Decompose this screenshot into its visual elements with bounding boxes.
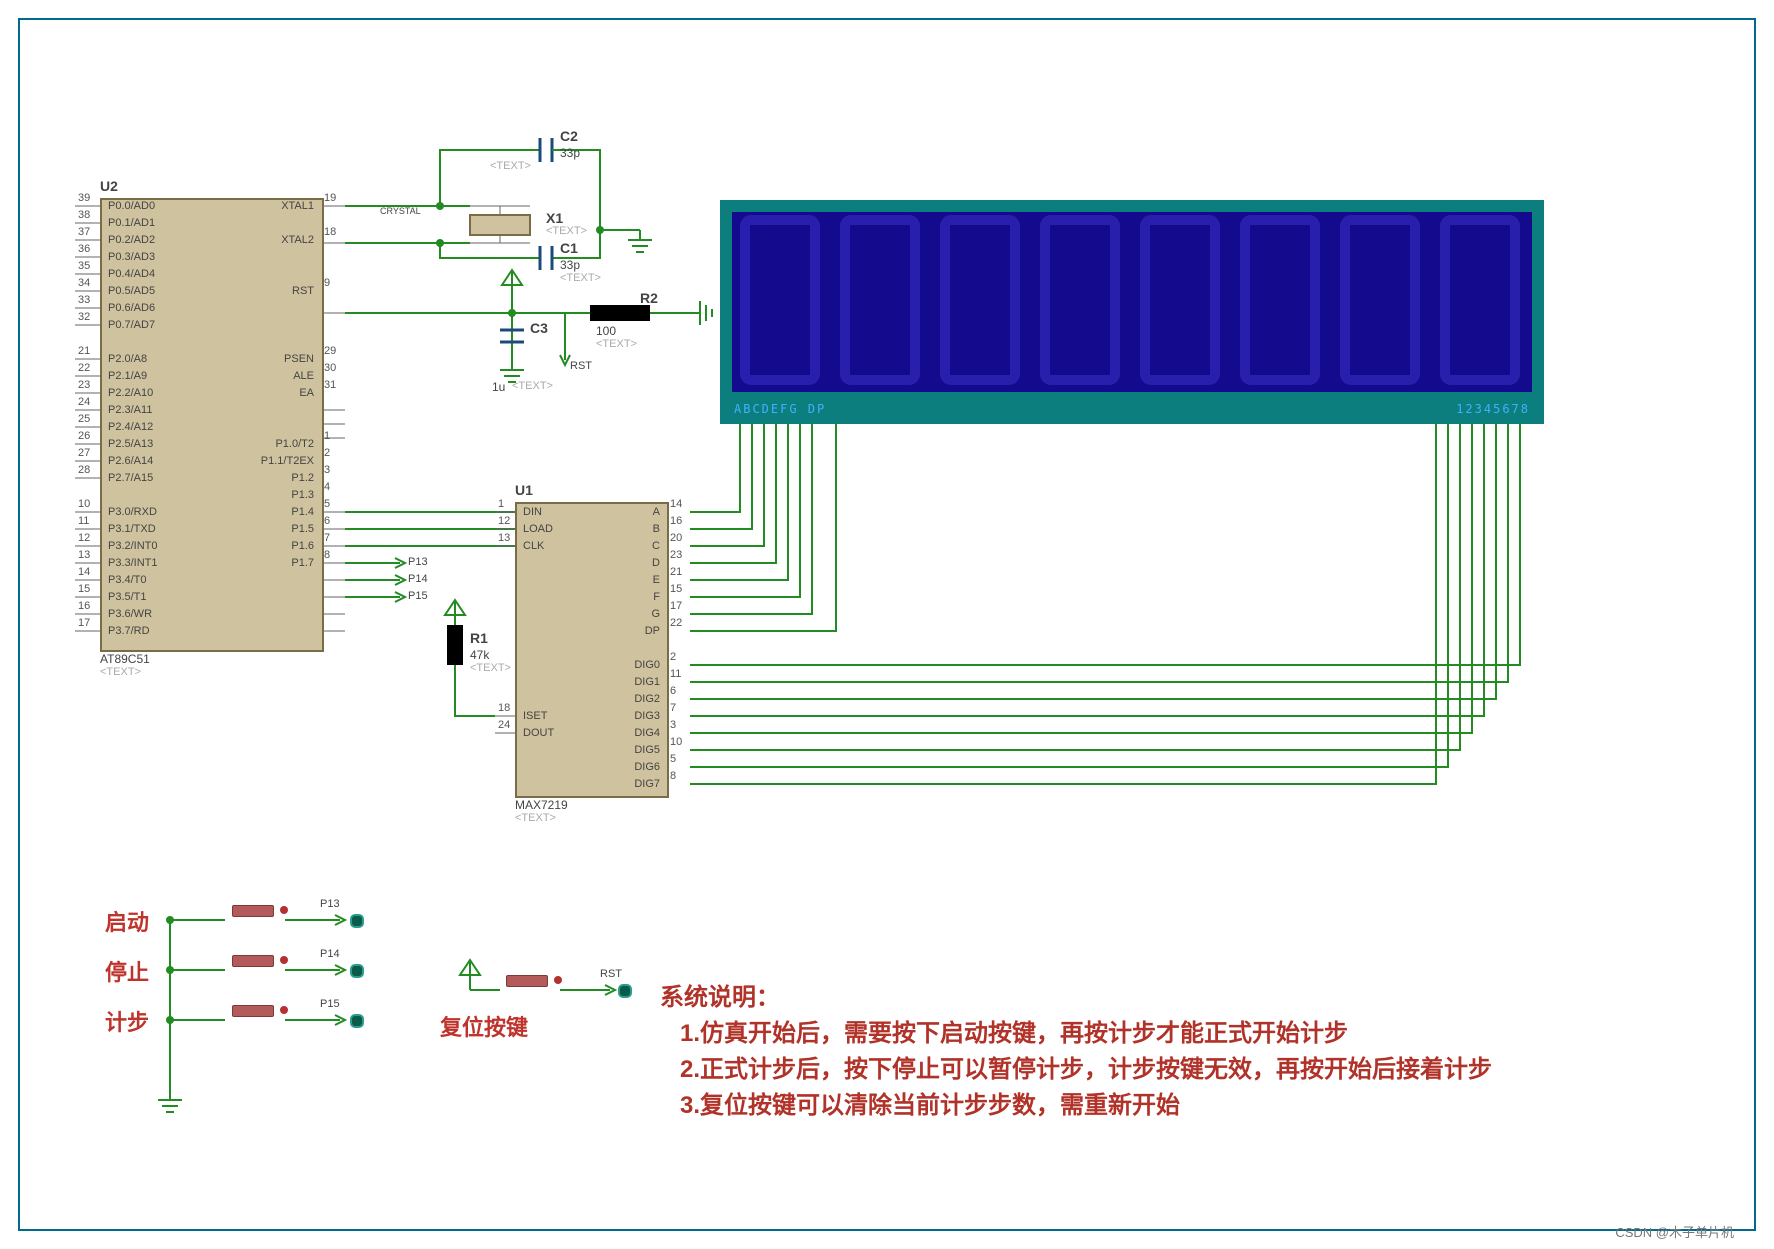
c1-val: 33p [560, 258, 580, 272]
r1-text: <TEXT> [470, 662, 511, 674]
u1-ref: U1 [515, 482, 533, 498]
r1-val: 47k [470, 648, 489, 662]
btn-net-p13: P13 [320, 898, 340, 910]
btn-step-label: 计步 [105, 1005, 149, 1037]
c2-text: <TEXT> [490, 160, 531, 172]
u1-part: MAX7219 [515, 798, 568, 812]
notes-line2: 2.正式计步后，按下停止可以暂停计步，计步按键无效，再按开始后接着计步 [680, 1052, 1492, 1088]
switch-step[interactable] [232, 1005, 274, 1017]
probe-p15 [350, 1014, 364, 1028]
c2-ref: C2 [560, 128, 578, 144]
u2-ref: U2 [100, 178, 118, 194]
dig-labels: 12345678 [1456, 402, 1530, 416]
c3-val: 1u [492, 380, 505, 394]
probe-p14 [350, 964, 364, 978]
net-p14: P14 [408, 573, 428, 585]
switch-start[interactable] [232, 905, 274, 917]
btn-net-p14: P14 [320, 948, 340, 960]
notes-title: 系统说明： [660, 980, 1492, 1016]
notes-line3: 3.复位按键可以清除当前计步步数，需重新开始 [680, 1088, 1492, 1124]
u2-text: <TEXT> [100, 666, 141, 678]
c3-ref: C3 [530, 320, 548, 336]
seg-labels: ABCDEFG DP [734, 402, 826, 416]
u1-text: <TEXT> [515, 812, 556, 824]
probe-rst [618, 984, 632, 998]
notes-line1: 1.仿真开始后，需要按下启动按键，再按计步才能正式开始计步 [680, 1016, 1492, 1052]
c2-val: 33p [560, 146, 580, 160]
segment-digits [730, 210, 1530, 390]
net-p15: P15 [408, 590, 428, 602]
x1-ref: X1 [546, 210, 563, 226]
btn-net-rst: RST [600, 968, 622, 980]
c1-ref: C1 [560, 240, 578, 256]
r2-val: 100 [596, 324, 616, 338]
c1-text: <TEXT> [560, 272, 601, 284]
switch-stop[interactable] [232, 955, 274, 967]
switch-reset[interactable] [506, 975, 548, 987]
btn-reset-label: 复位按键 [440, 1010, 528, 1042]
btn-net-p15: P15 [320, 998, 340, 1010]
r1-ref: R1 [470, 630, 488, 646]
r2-ref: R2 [640, 290, 658, 306]
x1-val: CRYSTAL [380, 206, 421, 216]
u2-part: AT89C51 [100, 652, 150, 666]
c3-text: <TEXT> [512, 380, 553, 392]
r2-text: <TEXT> [596, 338, 637, 350]
net-p13: P13 [408, 556, 428, 568]
watermark: CSDN @木子单片机 [1615, 1222, 1734, 1241]
btn-start-label: 启动 [105, 905, 149, 937]
btn-stop-label: 停止 [105, 955, 149, 987]
probe-p13 [350, 914, 364, 928]
notes-block: 系统说明： 1.仿真开始后，需要按下启动按键，再按计步才能正式开始计步 2.正式… [660, 980, 1492, 1124]
x1-text: <TEXT> [546, 225, 587, 237]
rst-netlabel-top: RST [570, 360, 592, 372]
